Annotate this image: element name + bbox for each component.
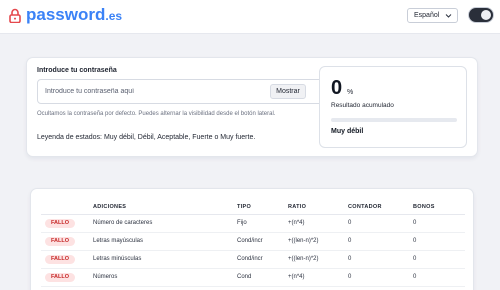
strength-label: Muy débil bbox=[331, 128, 364, 135]
score-label: Resultado acumulado bbox=[331, 102, 394, 109]
brand-name: password bbox=[26, 5, 106, 24]
header-bonus: BONOS bbox=[413, 203, 465, 215]
show-password-button[interactable]: Mostrar bbox=[270, 84, 306, 99]
status-badge: FALLO bbox=[45, 236, 75, 246]
score-progress-bar bbox=[331, 118, 457, 122]
type-cell: Cond/incr bbox=[237, 250, 288, 269]
header-counter: CONTADOR bbox=[348, 203, 413, 215]
password-field-wrapper: Mostrar bbox=[37, 79, 329, 104]
bonus-cell: 0 bbox=[413, 232, 465, 251]
header-ratio: RATIO bbox=[288, 203, 348, 215]
type-cell: Cond/incr bbox=[237, 232, 288, 251]
count-cell: 0 bbox=[348, 232, 413, 251]
brand-tld: .es bbox=[105, 9, 123, 23]
lock-icon bbox=[9, 8, 21, 23]
visibility-hint: Ocultamos la contraseña por defecto. Pue… bbox=[37, 111, 276, 117]
theme-toggle[interactable] bbox=[468, 7, 494, 23]
table-row: FALLO Letras mayúsculas Cond/incr +((len… bbox=[41, 232, 465, 251]
table-header-row: ADICIONES TIPO RATIO CONTADOR BONOS bbox=[41, 203, 465, 215]
brand-logo[interactable]: password.es bbox=[26, 5, 122, 26]
status-legend: Leyenda de estados: Muy débil, Débil, Ac… bbox=[37, 134, 256, 141]
header-type: TIPO bbox=[237, 203, 288, 215]
status-badge: FALLO bbox=[45, 218, 75, 228]
language-select[interactable]: Español bbox=[407, 8, 458, 23]
score-panel: 0 % Resultado acumulado Muy débil bbox=[319, 66, 467, 148]
addition-cell: Letras mayúsculas bbox=[93, 232, 237, 251]
status-badge: FALLO bbox=[45, 272, 75, 282]
ratio-cell: +(n*4) bbox=[288, 268, 348, 287]
table-row: FALLO Números Cond +(n*4) 0 0 bbox=[41, 268, 465, 287]
addition-cell: Números bbox=[93, 268, 237, 287]
type-cell: Fijo bbox=[237, 214, 288, 233]
ratio-cell: +((len-n)*2) bbox=[288, 250, 348, 269]
toggle-knob bbox=[481, 10, 491, 20]
language-selected-value: Español bbox=[414, 12, 440, 19]
password-card: Introduce tu contraseña Mostrar Ocultamo… bbox=[26, 57, 478, 157]
bonus-cell: 0 bbox=[413, 214, 465, 233]
addition-cell: Letras minúsculas bbox=[93, 250, 237, 269]
bonus-cell: 0 bbox=[413, 268, 465, 287]
ratio-cell: +(n*4) bbox=[288, 214, 348, 233]
top-header: password.es Español bbox=[0, 0, 500, 34]
status-badge: FALLO bbox=[45, 254, 75, 264]
score-unit: % bbox=[347, 89, 354, 96]
additions-table: ADICIONES TIPO RATIO CONTADOR BONOS FALL… bbox=[41, 203, 465, 287]
password-input-label: Introduce tu contraseña bbox=[37, 67, 117, 74]
type-cell: Cond bbox=[237, 268, 288, 287]
addition-cell: Número de caracteres bbox=[93, 214, 237, 233]
password-input[interactable] bbox=[38, 80, 258, 103]
ratio-cell: +((len-n)*2) bbox=[288, 232, 348, 251]
count-cell: 0 bbox=[348, 250, 413, 269]
additions-card: ADICIONES TIPO RATIO CONTADOR BONOS FALL… bbox=[30, 188, 474, 290]
header-additions: ADICIONES bbox=[93, 203, 237, 215]
bonus-cell: 0 bbox=[413, 250, 465, 269]
count-cell: 0 bbox=[348, 214, 413, 233]
count-cell: 0 bbox=[348, 268, 413, 287]
table-row: FALLO Número de caracteres Fijo +(n*4) 0… bbox=[41, 214, 465, 233]
table-row: FALLO Letras minúsculas Cond/incr +((len… bbox=[41, 250, 465, 269]
header-status bbox=[41, 203, 93, 215]
score-value: 0 bbox=[331, 77, 343, 99]
chevron-down-icon bbox=[445, 14, 452, 18]
